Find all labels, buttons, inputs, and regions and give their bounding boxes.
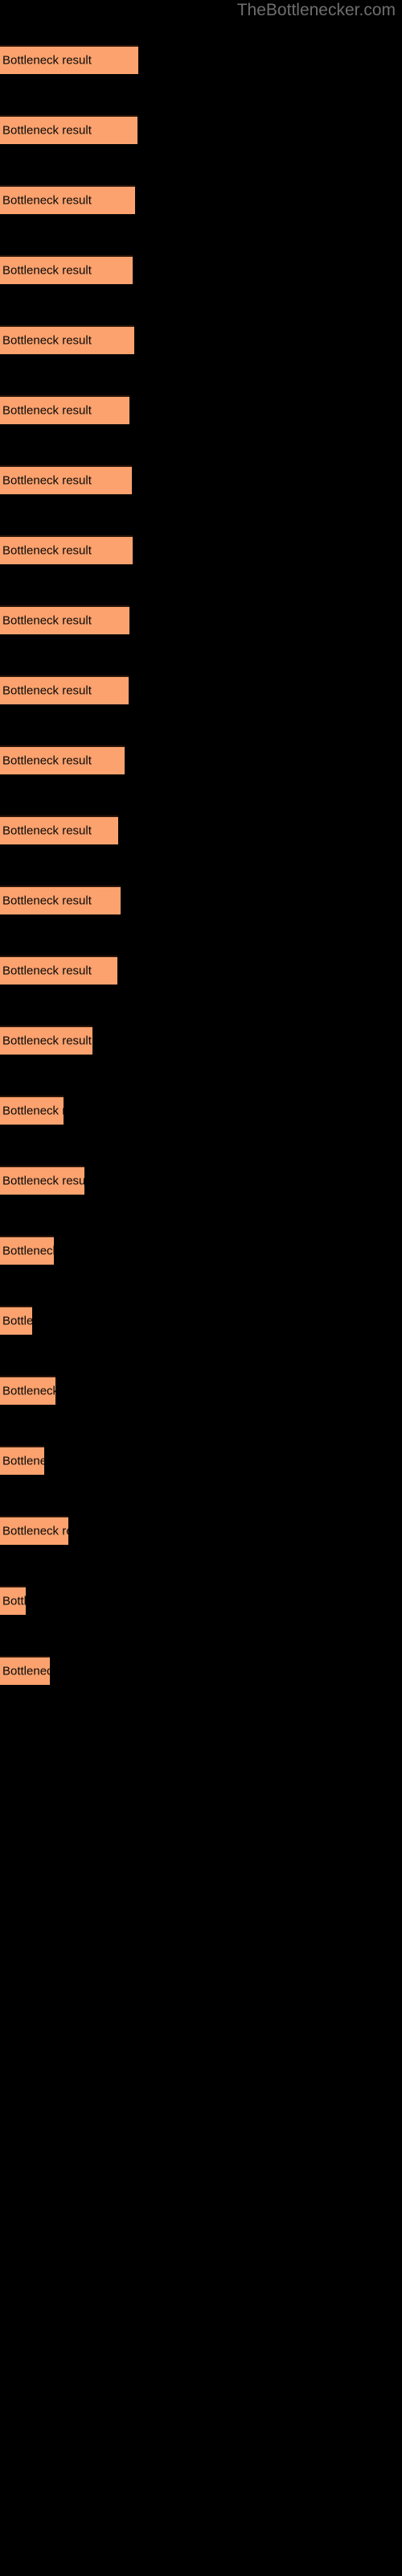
- bar-row: Bottleneck result: [0, 1096, 64, 1125]
- bar-label: Bottleneck result: [2, 1664, 50, 1678]
- bar-label: Bottleneck result: [2, 263, 92, 278]
- bar-label: Bottleneck result: [2, 1454, 44, 1468]
- bar-row: Bottleneck result: [0, 1166, 84, 1195]
- bar: Bottleneck result: [0, 45, 138, 74]
- bar-row: Bottleneck result: [0, 956, 117, 985]
- bar-label: Bottleneck result: [2, 1174, 84, 1188]
- bar-label: Bottleneck result: [2, 964, 92, 978]
- bar: Bottleneck result: [0, 1656, 50, 1685]
- bar-row: Bottleneck result: [0, 1026, 92, 1055]
- bar-row: Bottleneck result: [0, 185, 135, 214]
- bar-label: Bottleneck result: [2, 543, 92, 558]
- bar-label: Bottleneck result: [2, 1034, 92, 1048]
- bar-row: Bottleneck result: [0, 1236, 54, 1265]
- bar-label: Bottleneck result: [2, 473, 92, 488]
- bar-row: Bottleneck result: [0, 1446, 44, 1475]
- bar-label: Bottleneck result: [2, 1314, 32, 1328]
- bar: Bottleneck result: [0, 1236, 54, 1265]
- bar: Bottleneck result: [0, 395, 129, 424]
- bar: Bottleneck result: [0, 956, 117, 985]
- bar: Bottleneck result: [0, 465, 132, 494]
- bar: Bottleneck result: [0, 1516, 68, 1545]
- bar-row: Bottleneck result: [0, 815, 118, 844]
- bar-row: Bottleneck result: [0, 605, 129, 634]
- bar-row: Bottleneck result: [0, 535, 133, 564]
- bar-row: Bottleneck result: [0, 465, 132, 494]
- bar-label: Bottleneck result: [2, 753, 92, 768]
- bar: Bottleneck result: [0, 745, 125, 774]
- bar-label: Bottleneck result: [2, 824, 92, 838]
- bar-label: Bottleneck result: [2, 1384, 55, 1398]
- bar: Bottleneck result: [0, 255, 133, 284]
- bar-row: Bottleneck result: [0, 745, 125, 774]
- bar: Bottleneck result: [0, 115, 137, 144]
- bar: Bottleneck result: [0, 1586, 26, 1615]
- bar-label: Bottleneck result: [2, 894, 92, 908]
- bar-row: Bottleneck result: [0, 675, 129, 704]
- bar-row: Bottleneck result: [0, 45, 138, 74]
- bar-row: Bottleneck result: [0, 886, 121, 914]
- bar-row: Bottleneck result: [0, 1656, 50, 1685]
- bar-row: Bottleneck result: [0, 395, 129, 424]
- bar-row: Bottleneck result: [0, 1376, 55, 1405]
- bar: Bottleneck result: [0, 535, 133, 564]
- bar-label: Bottleneck result: [2, 1524, 68, 1538]
- bar-row: Bottleneck result: [0, 115, 137, 144]
- bottleneck-bar-chart: Bottleneck result Bottleneck result Bottle…: [0, 0, 402, 2576]
- bar: Bottleneck result: [0, 1306, 32, 1335]
- bar-row: Bottleneck result: [0, 325, 134, 354]
- bar-label: Bottleneck result: [2, 193, 92, 208]
- bar: Bottleneck result: [0, 886, 121, 914]
- bar-label: Bottleneck result: [2, 403, 92, 418]
- bar: Bottleneck result: [0, 1446, 44, 1475]
- bar-label: Bottleneck result: [2, 1594, 26, 1608]
- bar-label: Bottleneck result: [2, 613, 92, 628]
- bar: Bottleneck result: [0, 1096, 64, 1125]
- bar-label: Bottleneck result: [2, 683, 92, 698]
- bar-label: Bottleneck result: [2, 53, 92, 68]
- bar-row: Bottleneck result: [0, 1516, 68, 1545]
- bar-label: Bottleneck result: [2, 123, 92, 138]
- bar: Bottleneck result: [0, 1026, 92, 1055]
- bar-row: Bottleneck result: [0, 1586, 26, 1615]
- bar-label: Bottleneck result: [2, 333, 92, 348]
- bar: Bottleneck result: [0, 1376, 55, 1405]
- bar: Bottleneck result: [0, 815, 118, 844]
- bar-row: Bottleneck result: [0, 255, 133, 284]
- bar-label: Bottleneck result: [2, 1244, 54, 1258]
- bar-row: Bottleneck result: [0, 1306, 32, 1335]
- bar: Bottleneck result: [0, 325, 134, 354]
- bar: Bottleneck result: [0, 1166, 84, 1195]
- bar-label: Bottleneck result: [2, 1104, 64, 1118]
- bar: Bottleneck result: [0, 605, 129, 634]
- bar: Bottleneck result: [0, 675, 129, 704]
- bar: Bottleneck result: [0, 185, 135, 214]
